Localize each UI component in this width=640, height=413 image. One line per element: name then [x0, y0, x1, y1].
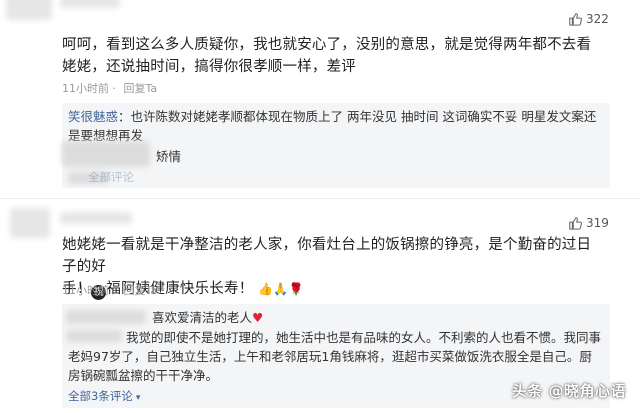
all-replies-link[interactable]: 全部评论: [68, 169, 134, 185]
reply-item: 矫情: [156, 147, 181, 166]
rose-emoji-icon: 🌹: [288, 282, 304, 296]
reply-text: 喜欢爱清洁的老人: [152, 310, 253, 325]
avatar-blurred: [10, 208, 50, 238]
reply-text: ：也许陈数对姥姥孝顺都体现在物质上了 两年没见 抽时间 这词确实不妥 明星发文案…: [68, 109, 597, 143]
reply-thread: 笑很魅惑：也许陈数对姥姥孝顺都体现在物质上了 两年没见 抽时间 这词确实不妥 明…: [62, 103, 610, 188]
reply-text: 矫情: [156, 149, 182, 164]
chevron-down-icon: ▾: [135, 393, 141, 403]
reply-item: 喜欢爱清洁的老人♥: [152, 308, 263, 327]
all-replies-link[interactable]: 全部3条评论 ▾: [68, 388, 140, 404]
avatar-blurred: [62, 141, 150, 167]
watermark: 头条 @晓角心语: [511, 382, 626, 400]
avatar-blurred: [6, 0, 52, 20]
comment-time: 11小时前: [62, 284, 109, 297]
thumbs-up-emoji-icon: 👍: [258, 282, 274, 296]
username-blurred: [60, 212, 132, 224]
like-button[interactable]: 319: [568, 216, 609, 230]
username-blurred: [60, 0, 120, 8]
divider: [0, 198, 640, 199]
thumbs-up-icon: [569, 13, 582, 26]
comment-line: 她姥姥一看就是干净整洁的老人家，你看灶台上的饭锅擦的铮亮，是个勤奋的过日子的好: [62, 237, 592, 275]
comment-meta: 11小时前 · 回复Ta: [62, 284, 158, 297]
username-blurred: [66, 310, 146, 324]
comment-time: 11小时前: [62, 82, 109, 95]
reply-button[interactable]: 回复Ta: [124, 82, 158, 95]
comment-meta: 11小时前 · 回复Ta: [62, 82, 158, 95]
reply-item: 笑很魅惑：也许陈数对姥姥孝顺都体现在物质上了 两年没见 抽时间 这词确实不妥 明…: [68, 107, 604, 145]
pray-emoji-icon: 🙏: [273, 282, 289, 296]
reply-username[interactable]: 笑很魅惑: [68, 109, 118, 124]
like-button[interactable]: 322: [568, 12, 609, 26]
comment-text: 呵呵，看到这么多人质疑你，我也就安心了，没别的意思，就是觉得两年都不去看姥姥，还…: [62, 37, 592, 75]
like-count: 319: [586, 216, 609, 230]
heart-emoji-icon: ♥: [252, 310, 264, 325]
reply-button[interactable]: 回复Ta: [124, 284, 158, 297]
reply-item: 我觉的即使不是她打理的，她生活中也是有品味的女人。不利索的人也看不惯。我同事老妈…: [68, 328, 604, 385]
like-count: 322: [586, 12, 609, 26]
reply-text: 我觉的即使不是她打理的，她生活中也是有品味的女人。不利索的人也看不惯。我同事老妈…: [68, 330, 602, 383]
thumbs-up-icon: [569, 217, 582, 230]
